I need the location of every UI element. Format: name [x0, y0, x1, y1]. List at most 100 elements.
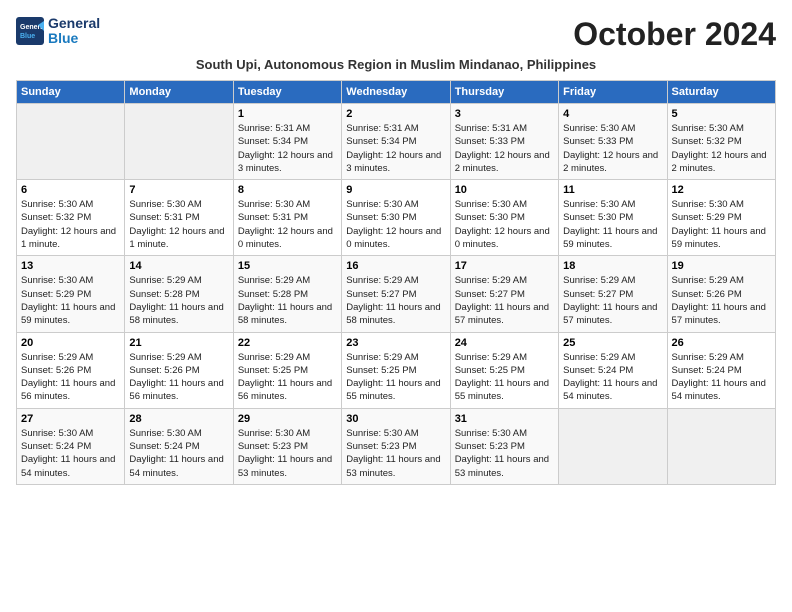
day-number: 29 — [238, 413, 337, 425]
calendar-cell: 13 Sunrise: 5:30 AM Sunset: 5:29 PM Dayli… — [17, 256, 125, 332]
day-number: 23 — [346, 337, 445, 349]
day-number: 11 — [563, 184, 662, 196]
calendar-cell: 26 Sunrise: 5:29 AM Sunset: 5:24 PM Dayli… — [667, 332, 775, 408]
day-info: Sunrise: 5:29 AM Sunset: 5:28 PM Dayligh… — [129, 274, 228, 327]
calendar-cell: 15Sunrise: 5:29 AM Sunset: 5:28 PM Dayli… — [233, 256, 341, 332]
day-number: 16 — [346, 260, 445, 272]
day-info: Sunrise: 5:30 AM Sunset: 5:31 PM Dayligh… — [238, 198, 337, 251]
calendar-cell: 29 Sunrise: 5:30 AM Sunset: 5:23 PM Dayli… — [233, 408, 341, 484]
day-info: Sunrise: 5:30 AM Sunset: 5:23 PM Dayligh… — [455, 427, 554, 480]
calendar-cell: 9 Sunrise: 5:30 AM Sunset: 5:30 PM Daylig… — [342, 180, 450, 256]
day-info: Sunrise: 5:31 AM Sunset: 5:34 PM Dayligh… — [238, 122, 337, 175]
day-info: Sunrise: 5:30 AM Sunset: 5:30 PM Dayligh… — [346, 198, 445, 251]
column-header-sunday: Sunday — [17, 81, 125, 104]
day-number: 24 — [455, 337, 554, 349]
day-number: 3 — [455, 108, 554, 120]
calendar-cell: 3 Sunrise: 5:31 AM Sunset: 5:33 PM Daylig… — [450, 104, 558, 180]
day-info: Sunrise: 5:29 AM Sunset: 5:24 PM Dayligh… — [672, 351, 771, 404]
day-number: 1 — [238, 108, 337, 120]
calendar-cell: 28 Sunrise: 5:30 AM Sunset: 5:24 PM Dayli… — [125, 408, 233, 484]
day-number: 28 — [129, 413, 228, 425]
calendar-cell: 4Sunrise: 5:30 AM Sunset: 5:33 PM Daylig… — [559, 104, 667, 180]
day-number: 26 — [672, 337, 771, 349]
calendar-cell: 5 Sunrise: 5:30 AM Sunset: 5:32 PM Daylig… — [667, 104, 775, 180]
column-header-saturday: Saturday — [667, 81, 775, 104]
column-header-thursday: Thursday — [450, 81, 558, 104]
day-info: Sunrise: 5:29 AM Sunset: 5:27 PM Dayligh… — [455, 274, 554, 327]
calendar-subtitle: South Upi, Autonomous Region in Muslim M… — [16, 57, 776, 72]
day-number: 10 — [455, 184, 554, 196]
day-number: 14 — [129, 260, 228, 272]
day-number: 17 — [455, 260, 554, 272]
calendar-cell: 23 Sunrise: 5:29 AM Sunset: 5:25 PM Dayli… — [342, 332, 450, 408]
calendar-table: SundayMondayTuesdayWednesdayThursdayFrid… — [16, 80, 776, 485]
week-row-5: 27 Sunrise: 5:30 AM Sunset: 5:24 PM Dayli… — [17, 408, 776, 484]
day-info: Sunrise: 5:30 AM Sunset: 5:30 PM Dayligh… — [455, 198, 554, 251]
day-info: Sunrise: 5:30 AM Sunset: 5:32 PM Dayligh… — [672, 122, 771, 175]
calendar-cell — [559, 408, 667, 484]
day-number: 12 — [672, 184, 771, 196]
calendar-cell: 22 Sunrise: 5:29 AM Sunset: 5:25 PM Dayli… — [233, 332, 341, 408]
day-info: Sunrise: 5:30 AM Sunset: 5:31 PM Dayligh… — [129, 198, 228, 251]
day-info: Sunrise: 5:30 AM Sunset: 5:30 PM Dayligh… — [563, 198, 662, 251]
calendar-cell: 12Sunrise: 5:30 AM Sunset: 5:29 PM Dayli… — [667, 180, 775, 256]
day-number: 27 — [21, 413, 120, 425]
column-header-tuesday: Tuesday — [233, 81, 341, 104]
day-number: 31 — [455, 413, 554, 425]
svg-text:Blue: Blue — [20, 33, 35, 40]
column-header-friday: Friday — [559, 81, 667, 104]
week-row-3: 13 Sunrise: 5:30 AM Sunset: 5:29 PM Dayli… — [17, 256, 776, 332]
month-title: October 2024 — [573, 16, 776, 53]
calendar-cell: 11 Sunrise: 5:30 AM Sunset: 5:30 PM Dayli… — [559, 180, 667, 256]
logo-text-line2: Blue — [48, 31, 100, 46]
calendar-cell: 7Sunrise: 5:30 AM Sunset: 5:31 PM Daylig… — [125, 180, 233, 256]
day-number: 13 — [21, 260, 120, 272]
day-number: 2 — [346, 108, 445, 120]
calendar-header-row: SundayMondayTuesdayWednesdayThursdayFrid… — [17, 81, 776, 104]
day-number: 15 — [238, 260, 337, 272]
calendar-cell — [17, 104, 125, 180]
day-info: Sunrise: 5:29 AM Sunset: 5:26 PM Dayligh… — [21, 351, 120, 404]
calendar-cell — [125, 104, 233, 180]
day-info: Sunrise: 5:29 AM Sunset: 5:25 PM Dayligh… — [455, 351, 554, 404]
logo: General Blue General Blue — [16, 16, 100, 47]
day-info: Sunrise: 5:29 AM Sunset: 5:27 PM Dayligh… — [563, 274, 662, 327]
day-info: Sunrise: 5:31 AM Sunset: 5:34 PM Dayligh… — [346, 122, 445, 175]
calendar-cell: 14 Sunrise: 5:29 AM Sunset: 5:28 PM Dayli… — [125, 256, 233, 332]
day-info: Sunrise: 5:30 AM Sunset: 5:32 PM Dayligh… — [21, 198, 120, 251]
column-header-monday: Monday — [125, 81, 233, 104]
calendar-cell: 19 Sunrise: 5:29 AM Sunset: 5:26 PM Dayli… — [667, 256, 775, 332]
day-info: Sunrise: 5:29 AM Sunset: 5:24 PM Dayligh… — [563, 351, 662, 404]
day-info: Sunrise: 5:31 AM Sunset: 5:33 PM Dayligh… — [455, 122, 554, 175]
logo-text-line1: General — [48, 16, 100, 31]
calendar-cell: 16 Sunrise: 5:29 AM Sunset: 5:27 PM Dayli… — [342, 256, 450, 332]
day-info: Sunrise: 5:30 AM Sunset: 5:23 PM Dayligh… — [238, 427, 337, 480]
day-number: 21 — [129, 337, 228, 349]
column-header-wednesday: Wednesday — [342, 81, 450, 104]
calendar-cell: 21 Sunrise: 5:29 AM Sunset: 5:26 PM Dayli… — [125, 332, 233, 408]
day-number: 6 — [21, 184, 120, 196]
day-info: Sunrise: 5:29 AM Sunset: 5:25 PM Dayligh… — [238, 351, 337, 404]
week-row-1: 1 Sunrise: 5:31 AM Sunset: 5:34 PM Daylig… — [17, 104, 776, 180]
day-info: Sunrise: 5:30 AM Sunset: 5:24 PM Dayligh… — [21, 427, 120, 480]
day-number: 22 — [238, 337, 337, 349]
calendar-cell: 27 Sunrise: 5:30 AM Sunset: 5:24 PM Dayli… — [17, 408, 125, 484]
day-info: Sunrise: 5:30 AM Sunset: 5:23 PM Dayligh… — [346, 427, 445, 480]
calendar-cell: 30 Sunrise: 5:30 AM Sunset: 5:23 PM Dayli… — [342, 408, 450, 484]
day-info: Sunrise: 5:30 AM Sunset: 5:24 PM Dayligh… — [129, 427, 228, 480]
day-number: 20 — [21, 337, 120, 349]
day-number: 30 — [346, 413, 445, 425]
day-info: Sunrise: 5:29 AM Sunset: 5:26 PM Dayligh… — [129, 351, 228, 404]
day-info: Sunrise: 5:29 AM Sunset: 5:27 PM Dayligh… — [346, 274, 445, 327]
day-number: 5 — [672, 108, 771, 120]
day-info: Sunrise: 5:29 AM Sunset: 5:25 PM Dayligh… — [346, 351, 445, 404]
day-info: Sunrise: 5:29 AM Sunset: 5:26 PM Dayligh… — [672, 274, 771, 327]
day-number: 19 — [672, 260, 771, 272]
day-info: Sunrise: 5:30 AM Sunset: 5:29 PM Dayligh… — [21, 274, 120, 327]
calendar-cell: 18Sunrise: 5:29 AM Sunset: 5:27 PM Dayli… — [559, 256, 667, 332]
day-number: 9 — [346, 184, 445, 196]
calendar-cell — [667, 408, 775, 484]
calendar-cell: 10 Sunrise: 5:30 AM Sunset: 5:30 PM Dayli… — [450, 180, 558, 256]
logo-icon: General Blue — [16, 17, 44, 45]
day-number: 4 — [563, 108, 662, 120]
